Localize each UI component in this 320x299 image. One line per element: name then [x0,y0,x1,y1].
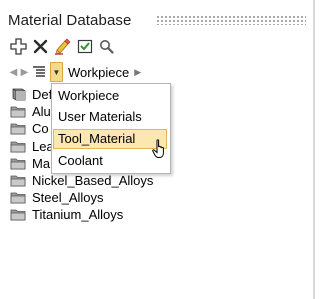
edit-icon[interactable] [54,38,71,55]
menu-item-tool-material[interactable]: Tool_Material [53,129,167,149]
tree-item-label: Nickel_Based_Alloys [32,173,154,189]
tree-item[interactable]: Nickel_Based_Alloys [10,172,153,189]
menu-item-coolant[interactable]: Coolant [53,151,167,171]
tree-item-label: Steel_Alloys [32,190,104,206]
folder-icon [10,141,26,153]
search-icon[interactable] [98,38,115,55]
menu-item-workpiece[interactable]: Workpiece [53,86,167,106]
tree-item-label: Co [32,121,49,137]
folder-icon [10,175,26,187]
database-icon [12,88,26,101]
folder-icon [10,124,26,135]
checklist-icon[interactable] [76,38,93,55]
panel-title: Material Database [8,12,132,29]
list-view-icon[interactable] [32,65,46,79]
toolbar [10,37,115,55]
tree-item[interactable]: Titanium_Alloys [10,206,153,223]
tree-item-label: Ma [32,155,51,171]
menu-item-user-materials[interactable]: User Materials [53,107,167,127]
folder-icon [10,106,26,118]
location-dropdown-menu: Workpiece User Materials Tool_Material C… [51,83,171,174]
tree-item-label: Def [32,87,53,103]
chevron-down-icon: ▼ [52,67,61,77]
navigation-bar: ◀ ▶ ▼ Workpiece ▶ [8,62,141,82]
material-database-panel: Material Database ◀ ▶ ▼ Workpiece ▶ Def … [0,0,315,299]
forward-arrow-icon[interactable]: ▶ [19,67,30,78]
folder-icon [10,210,26,221]
mouse-pointer-icon [152,139,164,158]
folder-icon [10,158,26,170]
tree-item[interactable]: Steel_Alloys [10,189,153,206]
folder-icon [10,192,26,204]
panel-border [313,0,315,299]
current-location-label[interactable]: Workpiece [68,65,129,80]
delete-icon[interactable] [32,38,49,55]
back-arrow-icon[interactable]: ◀ [8,67,19,78]
tree-item-label: Titanium_Alloys [32,207,124,223]
location-dropdown-button[interactable]: ▼ [50,62,63,82]
panel-drag-grip[interactable] [156,15,306,25]
add-icon[interactable] [10,37,27,55]
breadcrumb-next-arrow-icon[interactable]: ▶ [134,67,141,78]
tree-item-label: Alu [32,104,51,120]
